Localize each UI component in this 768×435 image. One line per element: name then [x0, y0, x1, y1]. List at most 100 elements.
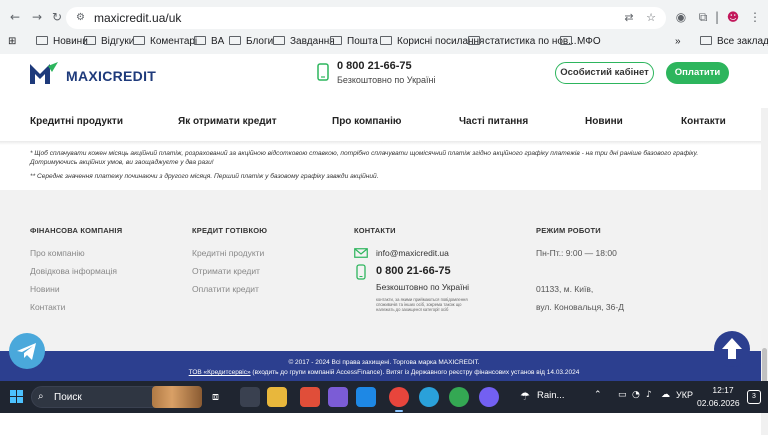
- copilot-icon[interactable]: [328, 387, 348, 407]
- folder-icon: [273, 36, 285, 45]
- copyright-text: © 2017 - 2024 Всі права захищені. Торгов…: [288, 359, 480, 366]
- main-nav: Кредитні продукти Як отримати кредит Про…: [0, 104, 768, 140]
- folder-icon: [330, 36, 342, 45]
- reload-icon[interactable]: ↻: [50, 10, 64, 24]
- language-indicator[interactable]: УКР: [676, 390, 693, 400]
- taskbar: ⌕ Поиск ⧈ ☂ Rain... ⌃ ▭ ◔ ♪ ☁ УКР 12:17 …: [0, 381, 768, 413]
- footer-link[interactable]: Оплатити кредит: [192, 284, 259, 294]
- folder-icon: [133, 36, 145, 45]
- chevron-up-icon[interactable]: ⌃: [594, 390, 602, 400]
- web-page: MAXICREDIT 0 800 21-66-75 Безкоштовно по…: [0, 54, 768, 435]
- clock-date[interactable]: 02.06.2026: [697, 398, 740, 408]
- file-explorer-icon[interactable]: [267, 387, 287, 407]
- app-icon[interactable]: [356, 387, 376, 407]
- footer: ФІНАНСОВА КОМПАНІЯ Про компанію Довідков…: [0, 190, 768, 351]
- forward-icon[interactable]: →: [30, 10, 44, 24]
- footer-link[interactable]: Отримати кредит: [192, 266, 260, 276]
- extensions-icon[interactable]: ⧉: [696, 10, 710, 24]
- phone-number[interactable]: 0 800 21-66-75: [337, 60, 412, 72]
- search-highlight-art: [152, 386, 202, 408]
- address-line1: 01133, м. Київ,: [536, 284, 594, 294]
- footer-link[interactable]: Довідкова інформація: [30, 266, 117, 276]
- all-bookmarks[interactable]: Все закладки: [700, 35, 768, 49]
- folder-icon: [84, 36, 96, 45]
- footer-col4-title: РЕЖИМ РОБОТИ: [536, 226, 601, 235]
- site-info-icon[interactable]: ⚙: [76, 12, 88, 24]
- folder-icon: [229, 36, 241, 45]
- arrow-up-icon: [722, 338, 742, 359]
- browser-chrome: ← → ↻ ⚙ maxicredit.ua/uk ⇄ ☆ ◉ ⧉ | ☻ ⋮ ⊞…: [0, 0, 768, 54]
- omnibox[interactable]: ⚙ maxicredit.ua/uk ⇄ ☆: [66, 7, 666, 29]
- volume-icon[interactable]: ♪: [646, 390, 652, 400]
- menu-dots-icon[interactable]: ⋮: [748, 10, 762, 24]
- bookmark-item[interactable]: Завдання: [273, 35, 335, 49]
- bookmark-item[interactable]: Відгуки: [84, 35, 134, 49]
- battery-icon[interactable]: ▭: [618, 390, 627, 400]
- bookmark-item[interactable]: МФО: [560, 35, 601, 49]
- bookmarks-overflow[interactable]: »: [675, 35, 681, 49]
- chrome-profile-icon[interactable]: [449, 387, 469, 407]
- windows-start-icon[interactable]: [10, 390, 23, 403]
- footer-phone[interactable]: 0 800 21-66-75: [376, 265, 451, 277]
- folder-icon: [468, 36, 480, 45]
- nav-about-company[interactable]: Про компанію: [332, 116, 401, 127]
- widgets-icon[interactable]: [240, 387, 260, 407]
- folder-icon: [194, 36, 206, 45]
- url-text[interactable]: maxicredit.ua/uk: [94, 11, 181, 25]
- bookmark-item[interactable]: Пошта: [330, 35, 378, 49]
- pay-button[interactable]: Оплатити: [666, 62, 729, 84]
- weather-icon[interactable]: ☂: [520, 390, 530, 403]
- ms-store-icon[interactable]: [300, 387, 320, 407]
- phone-icon: [317, 63, 329, 81]
- clock-time[interactable]: 12:17: [705, 385, 741, 395]
- personal-cabinet-button[interactable]: Особистий кабінет: [555, 62, 654, 84]
- footer-link[interactable]: Кредитні продукти: [192, 248, 264, 258]
- bookmark-item[interactable]: BA: [194, 35, 224, 49]
- logo-text: MAXICREDIT: [66, 68, 157, 84]
- folder-icon: [36, 36, 48, 45]
- footer-link[interactable]: Про компанію: [30, 248, 85, 258]
- scroll-to-top-button[interactable]: [714, 331, 750, 367]
- address-line2: вул. Коновальця, 36-Д: [536, 302, 624, 312]
- camera-icon[interactable]: ◉: [674, 10, 688, 24]
- wifi-icon[interactable]: ◔: [632, 390, 640, 400]
- bookmarks-bar: ⊞ Новини Відгуки Коментарі BA Блоги Завд…: [0, 32, 768, 52]
- footer-link[interactable]: Новини: [30, 284, 60, 294]
- footer-email[interactable]: info@maxicredit.ua: [376, 248, 449, 258]
- apps-grid-icon[interactable]: ⊞: [8, 35, 16, 49]
- legal-text: ТОВ «Кредитсервіс» (входить до групи ком…: [188, 369, 580, 376]
- viber-icon[interactable]: [479, 387, 499, 407]
- telegram-button[interactable]: [9, 333, 45, 369]
- search-icon: ⌕: [38, 391, 44, 402]
- mail-icon: [354, 248, 368, 258]
- nav-faq[interactable]: Часті питання: [459, 116, 528, 127]
- divider-icon: |: [714, 10, 720, 24]
- cloud-icon[interactable]: ☁: [661, 390, 670, 400]
- nav-contacts[interactable]: Контакти: [681, 116, 726, 127]
- footer-link[interactable]: Контакти: [30, 302, 65, 312]
- nav-news[interactable]: Новини: [585, 116, 623, 127]
- nav-credit-products[interactable]: Кредитні продукти: [30, 116, 123, 127]
- bookmark-item[interactable]: Коментарі: [133, 35, 197, 49]
- search-label: Поиск: [54, 392, 82, 403]
- telegram-app-icon[interactable]: [419, 387, 439, 407]
- footer-col2-title: КРЕДИТ ГОТІВКОЮ: [192, 226, 268, 235]
- profile-icon[interactable]: ☻: [726, 10, 740, 24]
- folder-icon: [380, 36, 392, 45]
- bookmark-item[interactable]: Блоги: [229, 35, 273, 49]
- translate-icon[interactable]: ⇄: [622, 11, 636, 25]
- nav-divider: [0, 141, 768, 145]
- back-icon[interactable]: ←: [8, 10, 22, 24]
- nav-how-to-get-credit[interactable]: Як отримати кредит: [178, 116, 277, 127]
- footer-col3-title: КОНТАКТИ: [354, 226, 396, 235]
- site-logo[interactable]: MAXICREDIT: [30, 62, 156, 84]
- company-link[interactable]: ТОВ «Кредитсервіс»: [189, 369, 251, 376]
- weather-text[interactable]: Rain...: [537, 390, 564, 401]
- notifications-badge[interactable]: 3: [747, 390, 761, 404]
- task-view-icon[interactable]: ⧈: [212, 390, 219, 404]
- address-bar-row: ← → ↻ ⚙ maxicredit.ua/uk ⇄ ☆ ◉ ⧉ | ☻ ⋮: [0, 4, 768, 30]
- footer-contacts-note: контакти, за якими приймаються повідомле…: [376, 297, 468, 312]
- bookmark-item[interactable]: Новини: [36, 35, 88, 49]
- bookmark-star-icon[interactable]: ☆: [644, 11, 658, 25]
- chrome-icon[interactable]: [389, 387, 409, 412]
